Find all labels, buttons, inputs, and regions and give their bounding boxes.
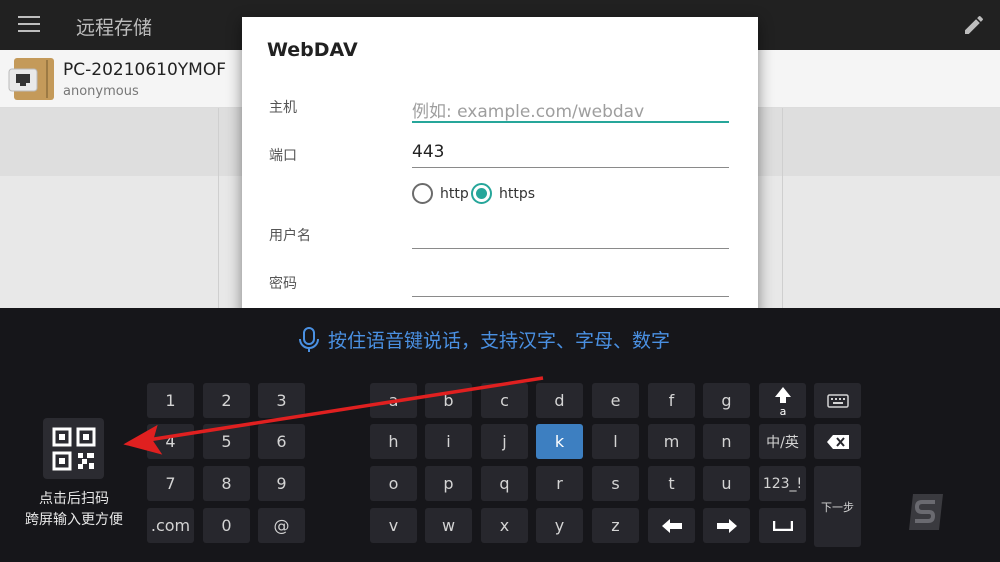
key-a[interactable]: a xyxy=(370,383,417,418)
qr-caption-line1: 点击后扫码 xyxy=(39,491,109,507)
key-u[interactable]: u xyxy=(703,466,750,501)
qr-code-icon xyxy=(52,427,95,470)
key-t[interactable]: t xyxy=(648,466,695,501)
key-8[interactable]: 8 xyxy=(203,466,250,501)
key-c[interactable]: c xyxy=(481,383,528,418)
pencil-icon[interactable] xyxy=(962,13,986,37)
key-v[interactable]: v xyxy=(370,508,417,543)
key-w[interactable]: w xyxy=(425,508,472,543)
divider xyxy=(782,108,783,308)
space-key[interactable] xyxy=(759,508,806,543)
port-field[interactable]: 443 xyxy=(412,132,729,168)
cursor-right-key[interactable] xyxy=(703,508,750,543)
key-k[interactable]: k xyxy=(536,424,583,459)
hamburger-menu-icon[interactable] xyxy=(18,16,40,34)
page-title: 远程存储 xyxy=(76,17,153,39)
key-z[interactable]: z xyxy=(592,508,639,543)
divider xyxy=(218,108,219,308)
https-label: https xyxy=(499,185,536,202)
space-bar-icon xyxy=(772,520,793,531)
arrow-left-icon xyxy=(661,518,682,533)
hide-keyboard-key[interactable] xyxy=(814,383,861,418)
password-field[interactable] xyxy=(412,261,729,297)
computer-folder-icon xyxy=(8,56,56,102)
password-label: 密码 xyxy=(269,276,297,292)
qr-caption-line2: 跨屏输入更方便 xyxy=(25,512,123,528)
key-m[interactable]: m xyxy=(648,424,695,459)
key-e[interactable]: e xyxy=(592,383,639,418)
key-o[interactable]: o xyxy=(370,466,417,501)
arrow-right-icon xyxy=(716,518,737,533)
svg-text:a: a xyxy=(779,405,786,416)
webdav-dialog: WebDAV 主机 例如: example.com/webdav 端口 443 … xyxy=(242,17,758,317)
key-6[interactable]: 6 xyxy=(258,424,305,459)
http-radio[interactable]: http xyxy=(412,183,469,204)
username-field[interactable] xyxy=(412,213,729,249)
key-4[interactable]: 4 xyxy=(147,424,194,459)
shift-key[interactable]: a xyxy=(759,383,806,418)
server-user: anonymous xyxy=(63,84,139,99)
backspace-icon xyxy=(826,434,849,449)
key-d[interactable]: d xyxy=(536,383,583,418)
cursor-left-key[interactable] xyxy=(648,508,695,543)
shift-arrow-icon: a xyxy=(774,386,791,416)
port-label: 端口 xyxy=(269,148,297,164)
key-l[interactable]: l xyxy=(592,424,639,459)
key-b[interactable]: b xyxy=(425,383,472,418)
sogou-logo-icon xyxy=(905,490,949,534)
backspace-key[interactable] xyxy=(814,424,861,459)
key-j[interactable]: j xyxy=(481,424,528,459)
key-f[interactable]: f xyxy=(648,383,695,418)
key-s[interactable]: s xyxy=(592,466,639,501)
key-5[interactable]: 5 xyxy=(203,424,250,459)
radio-unchecked-icon xyxy=(412,183,433,204)
key-h[interactable]: h xyxy=(370,424,417,459)
keyboard-icon xyxy=(826,393,849,408)
key-0[interactable]: 0 xyxy=(203,508,250,543)
key-1[interactable]: 1 xyxy=(147,383,194,418)
microphone-icon xyxy=(299,326,319,352)
ime-keyboard: 按住语音键说话，支持汉字、字母、数字 1 2 3 4 5 6 7 8 9 .co… xyxy=(0,308,1000,562)
key-dotcom[interactable]: .com xyxy=(147,508,194,543)
dialog-title: WebDAV xyxy=(267,39,358,61)
key-9[interactable]: 9 xyxy=(258,466,305,501)
radio-checked-icon xyxy=(471,183,492,204)
host-field[interactable]: 例如: example.com/webdav xyxy=(412,87,729,123)
key-g[interactable]: g xyxy=(703,383,750,418)
voice-hint[interactable]: 按住语音键说话，支持汉字、字母、数字 xyxy=(298,326,670,353)
host-label: 主机 xyxy=(269,100,297,116)
key-2[interactable]: 2 xyxy=(203,383,250,418)
key-q[interactable]: q xyxy=(481,466,528,501)
lang-switch-key[interactable]: 中/英 xyxy=(759,424,806,459)
next-step-key[interactable]: 下一步 xyxy=(814,466,861,547)
http-label: http xyxy=(440,185,469,202)
qr-scan-button[interactable] xyxy=(43,418,104,479)
key-7[interactable]: 7 xyxy=(147,466,194,501)
key-at[interactable]: @ xyxy=(258,508,305,543)
https-radio[interactable]: https xyxy=(471,183,535,204)
key-x[interactable]: x xyxy=(481,508,528,543)
key-3[interactable]: 3 xyxy=(258,383,305,418)
key-p[interactable]: p xyxy=(425,466,472,501)
username-label: 用户名 xyxy=(269,228,311,244)
key-i[interactable]: i xyxy=(425,424,472,459)
voice-hint-text: 按住语音键说话，支持汉字、字母、数字 xyxy=(328,330,671,352)
key-y[interactable]: y xyxy=(536,508,583,543)
key-r[interactable]: r xyxy=(536,466,583,501)
symbols-key[interactable]: 123_! xyxy=(759,466,806,501)
key-n[interactable]: n xyxy=(703,424,750,459)
server-name: PC-20210610YMOF xyxy=(63,60,226,80)
host-placeholder: 例如: example.com/webdav xyxy=(412,102,645,122)
